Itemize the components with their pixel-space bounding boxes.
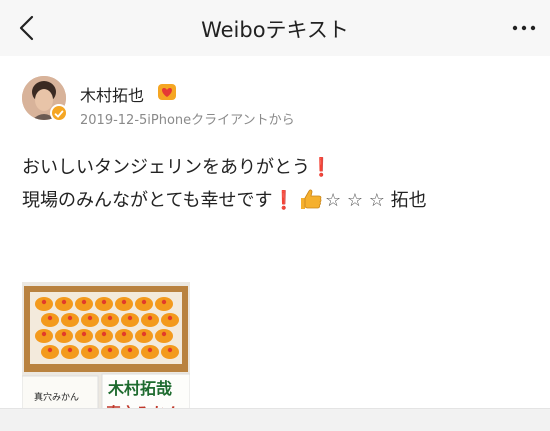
tangerine-sticker [127,347,133,353]
post-line-2: 現場のみんながとても幸せです❗ ☆ ☆ ☆ 拓也 [22,184,532,217]
post-line-1-text: おいしいタンジェリンをありがとう [22,157,310,178]
card-left-line-1: 真穴みかん [34,391,79,403]
author-name[interactable]: 木村拓也 [80,82,144,106]
vip-heart-icon [158,84,176,100]
tangerine-sticker [41,299,47,305]
tangerine-sticker [61,299,67,305]
post-line-1: おいしいタンジェリンをありがとう❗ [22,151,532,184]
stars-text: ☆ ☆ ☆ [324,190,385,211]
verified-badge-icon [50,104,68,122]
tangerine-sticker [141,331,147,337]
tangerine-sticker [141,299,147,305]
top-bar: Weiboテキスト [0,0,550,56]
tangerine-sticker [67,315,73,321]
tangerine-sticker [67,347,73,353]
tangerine-sticker [61,331,67,337]
post-text: おいしいタンジェリンをありがとう❗ 現場のみんながとても幸せです❗ ☆ ☆ ☆ … [22,151,532,217]
page-title: Weiboテキスト [201,18,349,42]
post-line-2-text: 現場のみんながとても幸せです [22,190,273,211]
post-card: 木村拓也 2019-12-5iPhoneクライアントから おいしいタンジェリンを… [0,56,550,431]
more-dots-icon [512,25,536,31]
tangerine-sticker [101,331,107,337]
tangerine-sticker [107,315,113,321]
post-meta: 2019-12-5iPhoneクライアントから [80,113,295,128]
tangerine-sticker [147,315,153,321]
tangerine-sticker [161,299,167,305]
tangerine-sticker [161,331,167,337]
tangerine-sticker [167,347,173,353]
tangerine-sticker [81,331,87,337]
tangerine-sticker [101,299,107,305]
post-line-2-tail: 拓也 [390,190,427,211]
section-divider [0,408,550,431]
more-button[interactable] [510,16,538,40]
exclamation-icon: ❗ [272,190,295,211]
tangerine-sticker [87,315,93,321]
tangerine-sticker [147,347,153,353]
tangerine-sticker [127,315,133,321]
tangerine-sticker [81,299,87,305]
tangerine-sticker [47,315,53,321]
tangerine-sticker [121,299,127,305]
tangerine-sticker [41,331,47,337]
tangerine-sticker [87,347,93,353]
exclamation-icon: ❗ [310,157,333,178]
tangerine-sticker [167,315,173,321]
tangerine-sticker [47,347,53,353]
tangerine-sticker [107,347,113,353]
card-right-line-1: 木村拓哉 [107,379,172,398]
tangerine-sticker [121,331,127,337]
thumbs-up-icon [300,189,322,209]
